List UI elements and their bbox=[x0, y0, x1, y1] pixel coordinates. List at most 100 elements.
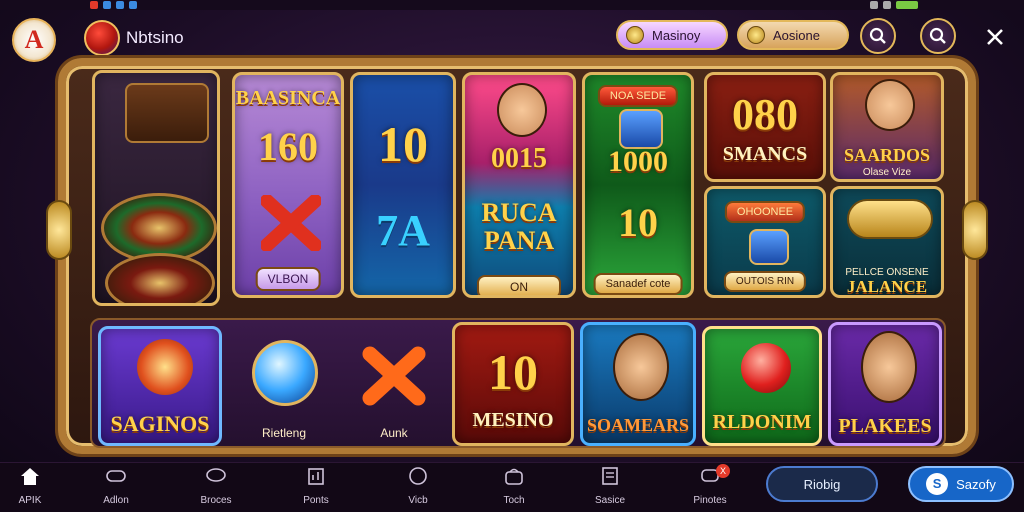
nav-item-pinotes[interactable]: X Pinotes bbox=[680, 464, 740, 510]
controller-icon bbox=[106, 470, 126, 482]
tile-title: SOAMEARS bbox=[586, 415, 689, 435]
top-header: A Nbtsino Masinoy Aosione bbox=[0, 10, 1024, 62]
notification-icon bbox=[129, 1, 137, 9]
game-tile-rldonim[interactable]: RLDONIM bbox=[702, 326, 822, 446]
search-icon bbox=[929, 27, 946, 44]
game-tile-aunk[interactable]: Aunk bbox=[344, 326, 444, 446]
status-icons-left bbox=[90, 0, 137, 10]
button-label: Sazofy bbox=[956, 476, 996, 492]
cannon-icon bbox=[847, 199, 933, 239]
masinoy-pill-button[interactable]: Masinoy bbox=[616, 20, 728, 50]
nav-item-vicb[interactable]: Vicb bbox=[388, 466, 448, 510]
nav-label: Sasice bbox=[594, 495, 625, 506]
tile-label: ON bbox=[477, 275, 561, 295]
tile-number: 10 bbox=[378, 116, 428, 172]
button-label: Riobig bbox=[803, 476, 841, 492]
game-tile-plakees[interactable]: PLAKEES bbox=[828, 322, 942, 446]
game-tile-080[interactable]: 080 SMANCS bbox=[704, 72, 826, 182]
tile-caption: Aunk bbox=[380, 426, 408, 440]
nav-item-home[interactable]: APIK bbox=[0, 466, 60, 510]
roulette-wheel-icon bbox=[105, 253, 215, 303]
riobig-button[interactable]: Riobig bbox=[766, 466, 878, 502]
game-tile-baasinca[interactable]: BAASINCA 160 VLBON bbox=[232, 72, 344, 298]
nav-item-ponts[interactable]: Ponts bbox=[286, 466, 346, 510]
hammer-icon bbox=[137, 339, 193, 395]
chat-icon bbox=[206, 468, 226, 482]
scroll-right-knob[interactable] bbox=[962, 200, 988, 260]
sazofy-button[interactable]: S Sazofy bbox=[908, 466, 1014, 502]
notification-icon bbox=[116, 1, 124, 9]
pill-label: Masinoy bbox=[652, 27, 701, 43]
game-tile-mesino[interactable]: 10 MESINO bbox=[452, 322, 574, 446]
status-bar bbox=[0, 0, 1024, 10]
emblem-icon bbox=[749, 229, 789, 265]
tile-caption: Olase Vize bbox=[862, 167, 912, 178]
tile-number: 160 bbox=[258, 124, 318, 169]
character-icon bbox=[497, 83, 547, 137]
character-icon bbox=[861, 331, 917, 403]
scroll-left-knob[interactable] bbox=[46, 200, 72, 260]
nav-item-adlon[interactable]: Adlon bbox=[86, 466, 146, 510]
treasure-chest-icon bbox=[125, 83, 209, 143]
game-tile-1000[interactable]: NOA SEDE 1000 10 Sanadef cote bbox=[582, 72, 694, 298]
tile-number: 080 bbox=[732, 90, 798, 139]
gem-icon bbox=[741, 343, 791, 393]
tile-number: 10 bbox=[488, 344, 538, 400]
nav-item-broces[interactable]: Broces bbox=[186, 466, 246, 510]
heart-icon bbox=[409, 467, 427, 485]
game-tile-0015[interactable]: 0015 RUCA PANA ON bbox=[462, 72, 576, 298]
list-icon bbox=[602, 467, 618, 485]
notification-badge: X bbox=[716, 464, 730, 478]
tile-title: RLDONIM bbox=[712, 411, 812, 433]
user-icon: S bbox=[926, 473, 949, 495]
tile-label: Sanadef cote bbox=[593, 273, 683, 295]
tile-title: SAGINOS bbox=[110, 411, 210, 436]
search-button-secondary[interactable] bbox=[920, 18, 956, 54]
tile-number: 1000 bbox=[608, 145, 668, 178]
nav-item-toch[interactable]: Toch bbox=[484, 466, 544, 510]
nav-item-sasice[interactable]: Sasice bbox=[580, 466, 640, 510]
app-icon bbox=[84, 20, 120, 56]
game-tile-outois[interactable]: OHOONEE OUTOIS RIN bbox=[704, 186, 826, 298]
aosione-pill-button[interactable]: Aosione bbox=[737, 20, 849, 50]
x-symbol-icon bbox=[261, 195, 321, 251]
game-tile-10[interactable]: 10 7A bbox=[350, 72, 456, 298]
emblem-icon bbox=[619, 109, 663, 149]
signal-icon bbox=[883, 1, 891, 9]
search-button[interactable] bbox=[860, 18, 896, 54]
coin-icon bbox=[626, 26, 644, 44]
tile-title: RUCA PANA bbox=[481, 198, 557, 255]
status-icons-right bbox=[870, 0, 918, 10]
tile-label: OUTOIS RIN bbox=[723, 271, 807, 292]
brand-logo[interactable]: A bbox=[12, 18, 56, 62]
game-tile-jalance[interactable]: PELLCE ONSENE JALANCE bbox=[830, 186, 944, 298]
home-icon bbox=[21, 468, 39, 485]
close-button[interactable] bbox=[980, 22, 1010, 52]
bag-icon bbox=[505, 468, 523, 485]
roulette-game-tile[interactable] bbox=[92, 70, 220, 306]
tile-title: MESINO bbox=[472, 409, 554, 431]
battery-icon bbox=[896, 1, 918, 9]
tile-title: JALANCE bbox=[846, 277, 928, 296]
game-tile-rietleng[interactable]: Rietleng bbox=[228, 326, 340, 446]
crystal-ball-icon bbox=[252, 340, 318, 406]
nav-label: Vicb bbox=[408, 495, 428, 506]
nav-label: APIK bbox=[18, 495, 42, 506]
search-icon bbox=[869, 27, 886, 44]
nav-label: Ponts bbox=[303, 495, 329, 506]
tile-title: SAARDOS bbox=[843, 145, 931, 165]
notification-icon bbox=[90, 1, 98, 9]
tile-ribbon: NOA SEDE bbox=[597, 85, 679, 107]
game-tile-saardos[interactable]: SAARDOS Olase Vize bbox=[830, 72, 944, 182]
tile-subtitle: SMANCS bbox=[722, 143, 808, 165]
chart-icon bbox=[308, 468, 324, 485]
game-tile-saginos[interactable]: SAGINOS bbox=[98, 326, 222, 446]
tile-label: VLBON bbox=[255, 267, 321, 291]
game-tile-soamears[interactable]: SOAMEARS bbox=[580, 322, 696, 446]
nav-label: Broces bbox=[200, 495, 232, 506]
tile-caption: Rietleng bbox=[261, 426, 307, 440]
wifi-icon bbox=[870, 1, 878, 9]
character-icon bbox=[613, 333, 669, 401]
app-name: Nbtsino bbox=[126, 28, 184, 47]
tile-number-secondary: 7A bbox=[376, 206, 430, 255]
